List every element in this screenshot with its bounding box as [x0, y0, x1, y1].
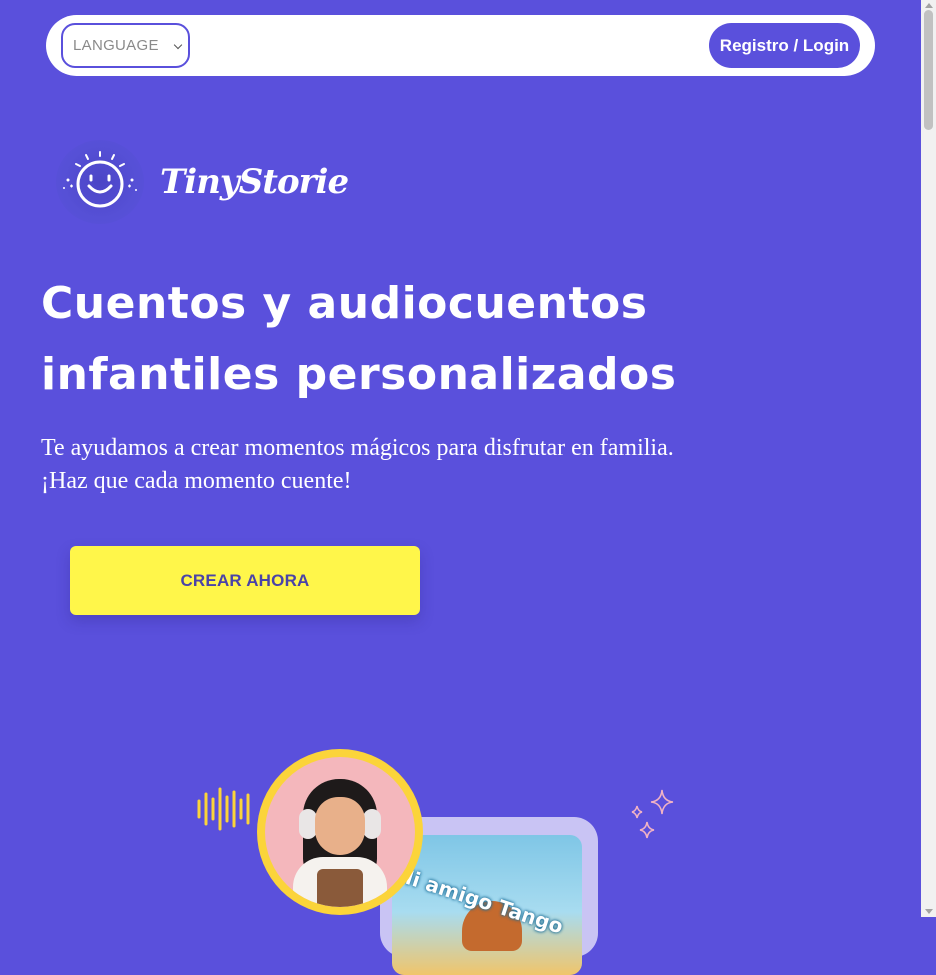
- language-select-value: LANGUAGE: [73, 37, 159, 54]
- scroll-down-icon[interactable]: [925, 909, 933, 914]
- top-navbar: LANGUAGE Registro / Login: [46, 15, 875, 76]
- storybook-cover: Mi amigo Tango: [392, 835, 582, 975]
- brand-logo[interactable]: TinyStorie: [56, 140, 349, 224]
- scrollbar-thumb[interactable]: [924, 10, 933, 130]
- hero-subtitle-line1: Te ayudamos a crear momentos mágicos par…: [41, 435, 674, 461]
- hero-headline: Cuentos y audiocuentos infantiles person…: [41, 278, 677, 400]
- register-login-button[interactable]: Registro / Login: [709, 23, 860, 68]
- smiley-face-icon: [56, 140, 144, 224]
- create-now-button[interactable]: CREAR AHORA: [70, 546, 420, 615]
- language-select[interactable]: LANGUAGE: [61, 23, 190, 68]
- hero-subtitle-line2: ¡Haz que cada momento cuente!: [41, 468, 352, 494]
- child-avatar-image: [257, 749, 423, 915]
- page-scrollbar[interactable]: [921, 0, 936, 917]
- sound-wave-icon: [196, 786, 252, 832]
- chevron-down-icon: [173, 40, 183, 50]
- brand-name: TinyStorie: [160, 162, 349, 202]
- scroll-up-icon[interactable]: [925, 3, 933, 8]
- sparkles-icon: [628, 788, 676, 844]
- hero-subtitle: Te ayudamos a crear momentos mágicos par…: [41, 432, 801, 498]
